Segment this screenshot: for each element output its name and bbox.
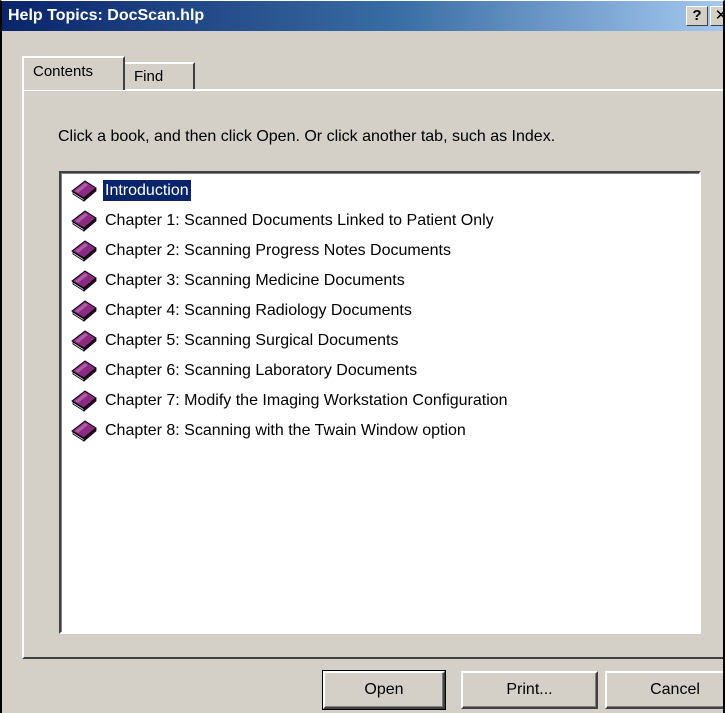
closed-book-icon <box>70 300 98 322</box>
tree-item-label: Introduction <box>103 180 191 201</box>
closed-book-icon <box>70 390 98 412</box>
tree-item-label: Chapter 5: Scanning Surgical Documents <box>105 332 399 349</box>
closed-book-icon <box>70 270 98 292</box>
window-title: Help Topics: DocScan.hlp <box>8 7 205 24</box>
closed-book-icon <box>70 330 98 352</box>
cancel-button[interactable]: Cancel <box>605 671 723 709</box>
instructions-text: Click a book, and then click Open. Or cl… <box>58 128 556 145</box>
tab-contents[interactable]: Contents <box>22 56 125 90</box>
open-button[interactable]: Open <box>322 670 446 710</box>
tree-item-label: Chapter 2: Scanning Progress Notes Docum… <box>105 242 451 259</box>
closed-book-icon <box>70 210 98 232</box>
closed-book-icon <box>70 180 98 202</box>
closed-book-icon <box>70 420 98 442</box>
tree-item-label: Chapter 7: Modify the Imaging Workstatio… <box>105 392 508 409</box>
tree-item-label: Chapter 6: Scanning Laboratory Documents <box>105 362 418 379</box>
tree-item-label: Chapter 3: Scanning Medicine Documents <box>105 272 405 289</box>
help-button[interactable]: ? <box>686 6 708 26</box>
closed-book-icon <box>70 360 98 382</box>
tree-item-label: Chapter 1: Scanned Documents Linked to P… <box>105 212 494 229</box>
print-button[interactable]: Print... <box>461 671 598 709</box>
help-topics-window: Help Topics: DocScan.hlp ? ✕ Contents Fi… <box>0 0 725 713</box>
tab-find[interactable]: Find <box>125 62 195 90</box>
title-bar[interactable]: Help Topics: DocScan.hlp ? ✕ <box>2 1 723 31</box>
contents-tree[interactable]: Introduction Chapter 1: Scanned Document… <box>59 171 701 634</box>
closed-book-icon <box>70 240 98 262</box>
tree-item-label: Chapter 8: Scanning with the Twain Windo… <box>105 422 466 439</box>
close-button[interactable]: ✕ <box>710 6 723 26</box>
tree-item-label: Chapter 4: Scanning Radiology Documents <box>105 302 412 319</box>
